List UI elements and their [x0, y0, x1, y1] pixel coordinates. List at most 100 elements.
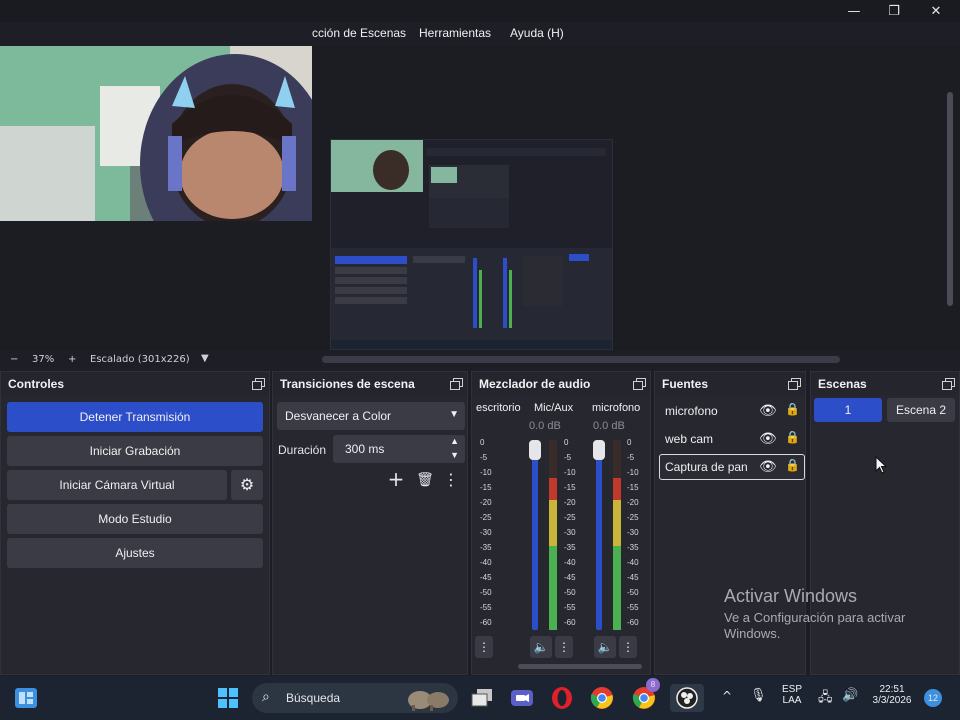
- mixer-tick-label: -10: [480, 468, 492, 477]
- microfono-level-meter: [613, 440, 621, 630]
- studio-mode-button[interactable]: Modo Estudio: [7, 504, 263, 534]
- eye-icon[interactable]: 👁: [759, 458, 777, 475]
- sources-dock-header: Fuentes: [655, 372, 805, 396]
- source-item[interactable]: microfono 👁 🔒: [659, 398, 805, 424]
- microfono-mute-button[interactable]: 🔈: [594, 636, 616, 658]
- desktop-menu-button[interactable]: ⋮: [475, 636, 493, 658]
- mixer-tick-label: -45: [564, 573, 576, 582]
- widgets-icon[interactable]: [12, 684, 40, 712]
- preview-horizontal-scrollbar[interactable]: [322, 356, 840, 363]
- opera-icon[interactable]: [548, 684, 576, 712]
- volume-icon[interactable]: 🔊: [842, 688, 858, 703]
- preview-area[interactable]: [0, 46, 944, 350]
- speaker-icon: 🔈: [533, 640, 549, 654]
- mixer-tick-label: -5: [480, 453, 488, 462]
- micaux-fader-handle[interactable]: [529, 440, 541, 460]
- mixer-title: Mezclador de audio: [479, 377, 591, 391]
- taskbar-search[interactable]: ⌕ Búsqueda: [252, 683, 458, 713]
- eye-icon[interactable]: 👁: [759, 402, 777, 419]
- scene-button[interactable]: Escena 2: [887, 398, 955, 422]
- mixer-tick-label: -60: [627, 618, 639, 627]
- settings-button[interactable]: Ajustes: [7, 538, 263, 568]
- remove-transition-icon[interactable]: 🗑: [414, 469, 436, 491]
- undock-icon[interactable]: [633, 378, 646, 390]
- mixer-tick-label: -50: [480, 588, 492, 597]
- eye-icon[interactable]: 👁: [759, 430, 777, 447]
- close-button[interactable]: ✕: [916, 0, 956, 22]
- microfono-menu-button[interactable]: ⋮: [619, 636, 637, 658]
- lang-code-2: LAA: [782, 695, 802, 706]
- spin-up-icon[interactable]: ▲: [450, 436, 459, 446]
- obs-taskbar-icon[interactable]: [670, 684, 704, 712]
- maximize-button[interactable]: ❐: [874, 0, 914, 22]
- title-bar: — ❐ ✕: [0, 0, 960, 22]
- teams-icon[interactable]: [508, 684, 536, 712]
- source-label: microfono: [665, 404, 718, 418]
- channel-micaux-db: 0.0 dB: [529, 420, 561, 432]
- lock-icon[interactable]: 🔒: [785, 430, 800, 444]
- transition-select-value: Desvanecer a Color: [285, 409, 392, 423]
- mixer-horizontal-scrollbar[interactable]: [518, 664, 642, 669]
- lock-icon[interactable]: 🔒: [785, 402, 800, 416]
- preview-vertical-scrollbar[interactable]: [944, 46, 960, 350]
- channel-desktop-label: escritorio: [476, 402, 521, 414]
- mixer-tick-label: -60: [564, 618, 576, 627]
- start-virtual-camera-button[interactable]: Iniciar Cámara Virtual: [7, 470, 227, 500]
- mixer-tick-label: -50: [564, 588, 576, 597]
- source-label: Captura de pan: [665, 460, 748, 474]
- notification-badge[interactable]: 12: [924, 689, 942, 707]
- micaux-fader-track[interactable]: [532, 440, 538, 630]
- transition-menu-icon[interactable]: ⋮: [443, 469, 459, 491]
- mixer-tick-label: -40: [480, 558, 492, 567]
- duration-spinbox[interactable]: 300 ms ▲ ▼: [333, 435, 465, 463]
- minimize-button[interactable]: —: [834, 0, 874, 22]
- start-windows-icon[interactable]: [214, 684, 242, 712]
- microfono-fader-track[interactable]: [596, 440, 602, 630]
- activate-windows-watermark: Activar Windows Ve a Configuración para …: [724, 586, 905, 641]
- stop-streaming-button[interactable]: Detener Transmisión: [7, 402, 263, 432]
- scale-dropdown-icon[interactable]: ▼: [201, 353, 209, 364]
- meter-red-segment: [613, 478, 621, 500]
- source-label: web cam: [665, 432, 714, 446]
- transition-select[interactable]: Desvanecer a Color ▼: [277, 402, 465, 430]
- undock-icon[interactable]: [942, 378, 955, 390]
- chrome-icon[interactable]: [588, 684, 616, 712]
- menu-dots-icon: ⋮: [558, 640, 570, 654]
- microfono-fader-handle[interactable]: [593, 440, 605, 460]
- microphone-icon[interactable]: 🎙: [750, 688, 767, 703]
- source-item-selected[interactable]: Captura de pan 👁 🔒: [659, 454, 805, 480]
- undock-icon[interactable]: [252, 378, 265, 390]
- webcam-feed-image: [0, 46, 312, 221]
- tray-chevron-up-icon[interactable]: ^: [722, 689, 732, 703]
- task-view-icon[interactable]: [468, 684, 496, 712]
- spin-down-icon[interactable]: ▼: [450, 450, 459, 460]
- zoom-out-button[interactable]: −: [10, 354, 18, 365]
- scenes-title: Escenas: [818, 377, 867, 391]
- mixer-tick-label: -10: [564, 468, 576, 477]
- undock-icon[interactable]: [450, 378, 463, 390]
- undock-icon[interactable]: [788, 378, 801, 390]
- network-icon[interactable]: 🖧: [818, 688, 833, 710]
- scene-button-active[interactable]: 1: [814, 398, 882, 422]
- start-recording-button[interactable]: Iniciar Grabación: [7, 436, 263, 466]
- language-indicator[interactable]: ESP LAA: [778, 684, 806, 706]
- menu-help[interactable]: Ayuda (H): [510, 26, 564, 40]
- mixer-tick-label: -35: [564, 543, 576, 552]
- vertical-scroll-thumb[interactable]: [947, 92, 953, 306]
- menu-tools[interactable]: Herramientas: [419, 26, 491, 40]
- add-transition-icon[interactable]: +: [385, 469, 407, 491]
- micaux-mute-button[interactable]: 🔈: [530, 636, 552, 658]
- clock[interactable]: 22:51 3/3/2026: [868, 684, 916, 706]
- chrome-profile-icon[interactable]: 8: [630, 678, 660, 712]
- source-item[interactable]: web cam 👁 🔒: [659, 426, 805, 452]
- micaux-menu-button[interactable]: ⋮: [555, 636, 573, 658]
- lock-icon[interactable]: 🔒: [785, 458, 800, 472]
- mixer-tick-label: -20: [627, 498, 639, 507]
- virtual-camera-settings-button[interactable]: ⚙: [231, 470, 263, 500]
- transitions-dock: Transiciones de escena Desvanecer a Colo…: [272, 371, 468, 675]
- menu-scene-collection[interactable]: cción de Escenas: [312, 26, 406, 40]
- zoom-bar: − 37% + Escalado (301x226) ▼: [0, 350, 960, 370]
- mixer-tick-label: -35: [480, 543, 492, 552]
- zoom-in-button[interactable]: +: [68, 354, 76, 365]
- menu-dots-icon: ⋮: [478, 640, 490, 654]
